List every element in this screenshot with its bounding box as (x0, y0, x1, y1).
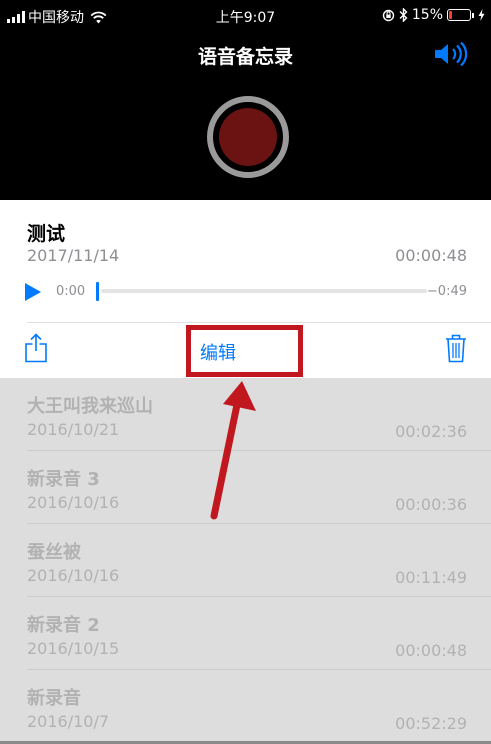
playback-position: 0:00 (56, 284, 86, 299)
list-item[interactable]: 新录音 3 2016/10/16 00:00:36 (0, 451, 491, 524)
selected-recording-date: 2017/11/14 (27, 246, 120, 265)
share-icon[interactable] (24, 333, 48, 363)
recording-date: 2016/10/16 (27, 493, 120, 512)
selected-recording-duration: 00:00:48 (395, 246, 467, 265)
list-item[interactable]: 新录音 2016/10/7 00:52:29 (0, 670, 491, 743)
bluetooth-icon (399, 8, 408, 22)
recording-date: 2016/10/7 (27, 712, 110, 731)
recording-duration: 00:00:48 (395, 641, 467, 660)
recording-duration: 00:52:29 (395, 714, 467, 733)
recording-name: 蚕丝被 (27, 542, 81, 563)
recording-name: 新录音 (27, 688, 81, 709)
battery-percent: 15% (411, 7, 443, 23)
play-icon[interactable] (24, 283, 42, 301)
recording-duration: 00:02:36 (395, 422, 467, 441)
battery-icon (447, 9, 471, 21)
list-item[interactable]: 新录音 2 2016/10/15 00:00:48 (0, 597, 491, 670)
edit-highlight-box (186, 325, 303, 377)
recordings-list: 大王叫我来巡山 2016/10/21 00:02:36 新录音 3 2016/1… (0, 378, 491, 744)
playback-track[interactable] (101, 289, 427, 293)
speaker-icon[interactable] (433, 42, 469, 66)
recording-duration: 00:00:36 (395, 495, 467, 514)
list-item[interactable]: 蚕丝被 2016/10/16 00:11:49 (0, 524, 491, 597)
playback-scrubber[interactable] (96, 282, 99, 301)
status-right: 15% (382, 7, 485, 23)
record-button[interactable] (207, 96, 289, 178)
recording-duration: 00:11:49 (395, 568, 467, 587)
recording-date: 2016/10/15 (27, 639, 120, 658)
playback-remaining: −0:49 (426, 284, 467, 299)
list-item[interactable]: 大王叫我来巡山 2016/10/21 00:02:36 (0, 378, 491, 451)
recording-date: 2016/10/16 (27, 566, 120, 585)
recorder-header: 中国移动 上午9:07 15% 语音备忘录 (0, 0, 491, 200)
recording-name: 新录音 3 (27, 469, 100, 490)
page-title: 语音备忘录 (197, 46, 293, 68)
recording-date: 2016/10/21 (27, 420, 120, 439)
recording-name: 大王叫我来巡山 (27, 396, 153, 417)
trash-icon[interactable] (445, 333, 467, 363)
battery-cap (472, 12, 474, 18)
divider (27, 322, 491, 323)
charging-icon (478, 9, 485, 21)
selected-recording-name: 测试 (27, 223, 66, 245)
status-bar: 中国移动 上午9:07 15% (0, 0, 491, 30)
record-icon (219, 108, 277, 166)
recording-name: 新录音 2 (27, 615, 100, 636)
orientation-lock-icon (382, 9, 395, 21)
